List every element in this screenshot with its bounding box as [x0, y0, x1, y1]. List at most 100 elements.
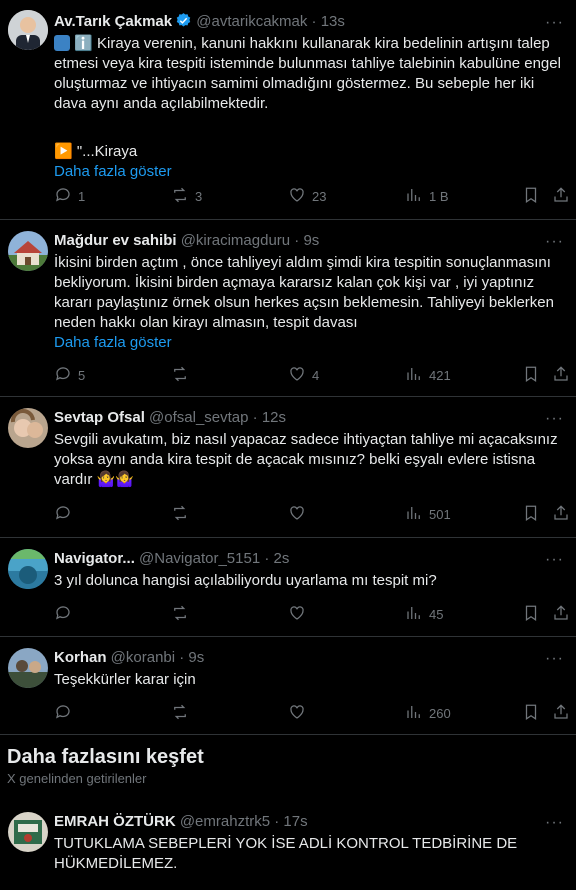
avatar[interactable] — [8, 812, 48, 852]
views-button[interactable]: 501 — [405, 504, 451, 524]
reply-button[interactable] — [54, 504, 78, 524]
tweet-text: İkisini birden açtım , önce tahliyeyi al… — [54, 253, 566, 353]
reply-button[interactable]: 1 — [54, 186, 85, 206]
tweet-header: Av.Tarık Çakmak @avtarikcakmak · 13s — [54, 12, 345, 35]
verified-badge-icon — [175, 12, 192, 35]
like-count: 4 — [312, 367, 320, 383]
share-button[interactable] — [552, 504, 570, 524]
retweet-button[interactable]: 3 — [171, 186, 202, 206]
like-button[interactable]: 4 — [288, 365, 319, 385]
bookmark-button[interactable] — [522, 365, 540, 385]
more-options-icon[interactable]: ··· — [545, 551, 564, 569]
retweet-button[interactable] — [171, 365, 195, 385]
views-icon — [405, 604, 423, 625]
like-button[interactable] — [288, 604, 312, 624]
more-options-icon[interactable]: ··· — [545, 233, 564, 251]
views-button[interactable]: 421 — [405, 365, 451, 385]
avatar[interactable] — [8, 231, 48, 271]
reply-count: 1 — [78, 188, 86, 204]
tweet-text-line: İkisini birden açtım , önce tahliyeyi al… — [54, 254, 554, 331]
author-handle[interactable]: @Navigator_5151 · 2s — [139, 550, 289, 567]
author-handle[interactable]: @koranbi · 9s — [111, 649, 205, 666]
tweet-actions: 45 — [54, 604, 570, 624]
retweet-icon — [171, 703, 189, 724]
avatar[interactable] — [8, 648, 48, 688]
tweet-header: EMRAH ÖZTÜRK @emrahztrk5 · 17s — [54, 812, 308, 832]
author-handle[interactable]: @ofsal_sevtap · 12s — [149, 409, 286, 426]
reply-icon — [54, 504, 72, 525]
bookmark-button[interactable] — [522, 504, 540, 524]
tweet[interactable]: Navigator... @Navigator_5151 · 2s ··· 3 … — [0, 537, 576, 637]
author-name[interactable]: Mağdur ev sahibi — [54, 232, 177, 249]
reply-icon — [54, 703, 72, 724]
share-button[interactable] — [552, 186, 570, 206]
reply-button[interactable]: 5 — [54, 365, 85, 385]
avatar[interactable] — [8, 549, 48, 589]
tweet-text: 3 yıl dolunca hangisi açılabiliyordu uya… — [54, 571, 566, 591]
author-name[interactable]: Navigator... — [54, 550, 135, 567]
author-name[interactable]: Av.Tarık Çakmak — [54, 13, 172, 30]
tweet-text-line: Sevgili avukatım, biz nasıl yapacaz sade… — [54, 431, 558, 488]
author-name[interactable]: Sevtap Ofsal — [54, 409, 145, 426]
share-button[interactable] — [552, 365, 570, 385]
tweet-actions: 260 — [54, 703, 570, 723]
views-button[interactable]: 1 B — [405, 186, 449, 206]
avatar[interactable] — [8, 10, 48, 50]
tweet-actions: 501 — [54, 504, 570, 524]
reply-icon — [54, 186, 72, 207]
more-options-icon[interactable]: ··· — [545, 410, 564, 428]
avatar[interactable] — [8, 408, 48, 448]
bookmark-button[interactable] — [522, 186, 540, 206]
tweet[interactable]: Mağdur ev sahibi @kiracimagduru · 9s ···… — [0, 219, 576, 397]
share-icon — [552, 703, 570, 724]
tweet[interactable]: Av.Tarık Çakmak @avtarikcakmak · 13s ···… — [0, 0, 576, 220]
views-button[interactable]: 260 — [405, 703, 451, 723]
show-more-link[interactable]: Daha fazla göster — [54, 162, 566, 182]
retweet-button[interactable] — [171, 504, 195, 524]
heart-icon — [288, 365, 306, 386]
share-button[interactable] — [552, 703, 570, 723]
bookmark-button[interactable] — [522, 604, 540, 624]
reply-button[interactable] — [54, 604, 78, 624]
retweet-button[interactable] — [171, 703, 195, 723]
bookmark-button[interactable] — [522, 703, 540, 723]
author-name[interactable]: Korhan — [54, 649, 107, 666]
tweet-text-line: Teşekkürler karar için — [54, 671, 196, 688]
tweet[interactable]: EMRAH ÖZTÜRK @emrahztrk5 · 17s ··· TUTUK… — [0, 800, 576, 890]
share-icon — [552, 604, 570, 625]
show-more-link[interactable]: Daha fazla göster — [54, 333, 566, 353]
like-button[interactable] — [288, 703, 312, 723]
share-icon — [552, 186, 570, 207]
share-icon — [552, 504, 570, 525]
tweet-text-line: TUTUKLAMA SEBEPLERİ YOK İSE ADLİ KONTROL… — [54, 835, 518, 872]
like-button[interactable] — [288, 504, 312, 524]
more-options-icon[interactable]: ··· — [545, 14, 564, 32]
tweet-text-line: 3 yıl dolunca hangisi açılabiliyordu uya… — [54, 572, 437, 589]
author-handle[interactable]: @emrahztrk5 · 17s — [180, 813, 308, 830]
author-name[interactable]: EMRAH ÖZTÜRK — [54, 813, 176, 830]
reply-button[interactable] — [54, 703, 78, 723]
bookmark-icon — [522, 604, 540, 625]
retweet-icon — [171, 604, 189, 625]
tweet-text-line: ▶️ "...Kiraya — [54, 143, 138, 160]
discover-subtitle: X genelinden getirilenler — [7, 771, 147, 786]
retweet-count: 3 — [195, 188, 203, 204]
like-count: 23 — [312, 188, 327, 204]
share-button[interactable] — [552, 604, 570, 624]
discover-title: Daha fazlasını keşfet — [7, 746, 204, 768]
tweet[interactable]: Korhan @koranbi · 9s ··· Teşekkürler kar… — [0, 636, 576, 735]
tweet-header: Mağdur ev sahibi @kiracimagduru · 9s — [54, 231, 319, 251]
more-options-icon[interactable]: ··· — [545, 650, 564, 668]
tweet[interactable]: Sevtap Ofsal @ofsal_sevtap · 12s ··· Sev… — [0, 396, 576, 538]
retweet-button[interactable] — [171, 604, 195, 624]
author-handle[interactable]: @kiracimagduru · 9s — [181, 232, 320, 249]
views-button[interactable]: 45 — [405, 604, 443, 624]
bookmark-icon — [522, 365, 540, 386]
more-options-icon[interactable]: ··· — [545, 814, 564, 832]
like-button[interactable]: 23 — [288, 186, 326, 206]
tweet-text: ℹ️ Kiraya verenin, kanuni hakkını kullan… — [54, 34, 566, 182]
tweet-header: Navigator... @Navigator_5151 · 2s — [54, 549, 289, 569]
tweet-text: Teşekkürler karar için — [54, 670, 566, 690]
tweet-text: TUTUKLAMA SEBEPLERİ YOK İSE ADLİ KONTROL… — [54, 834, 566, 874]
author-handle[interactable]: @avtarikcakmak · 13s — [196, 13, 345, 30]
